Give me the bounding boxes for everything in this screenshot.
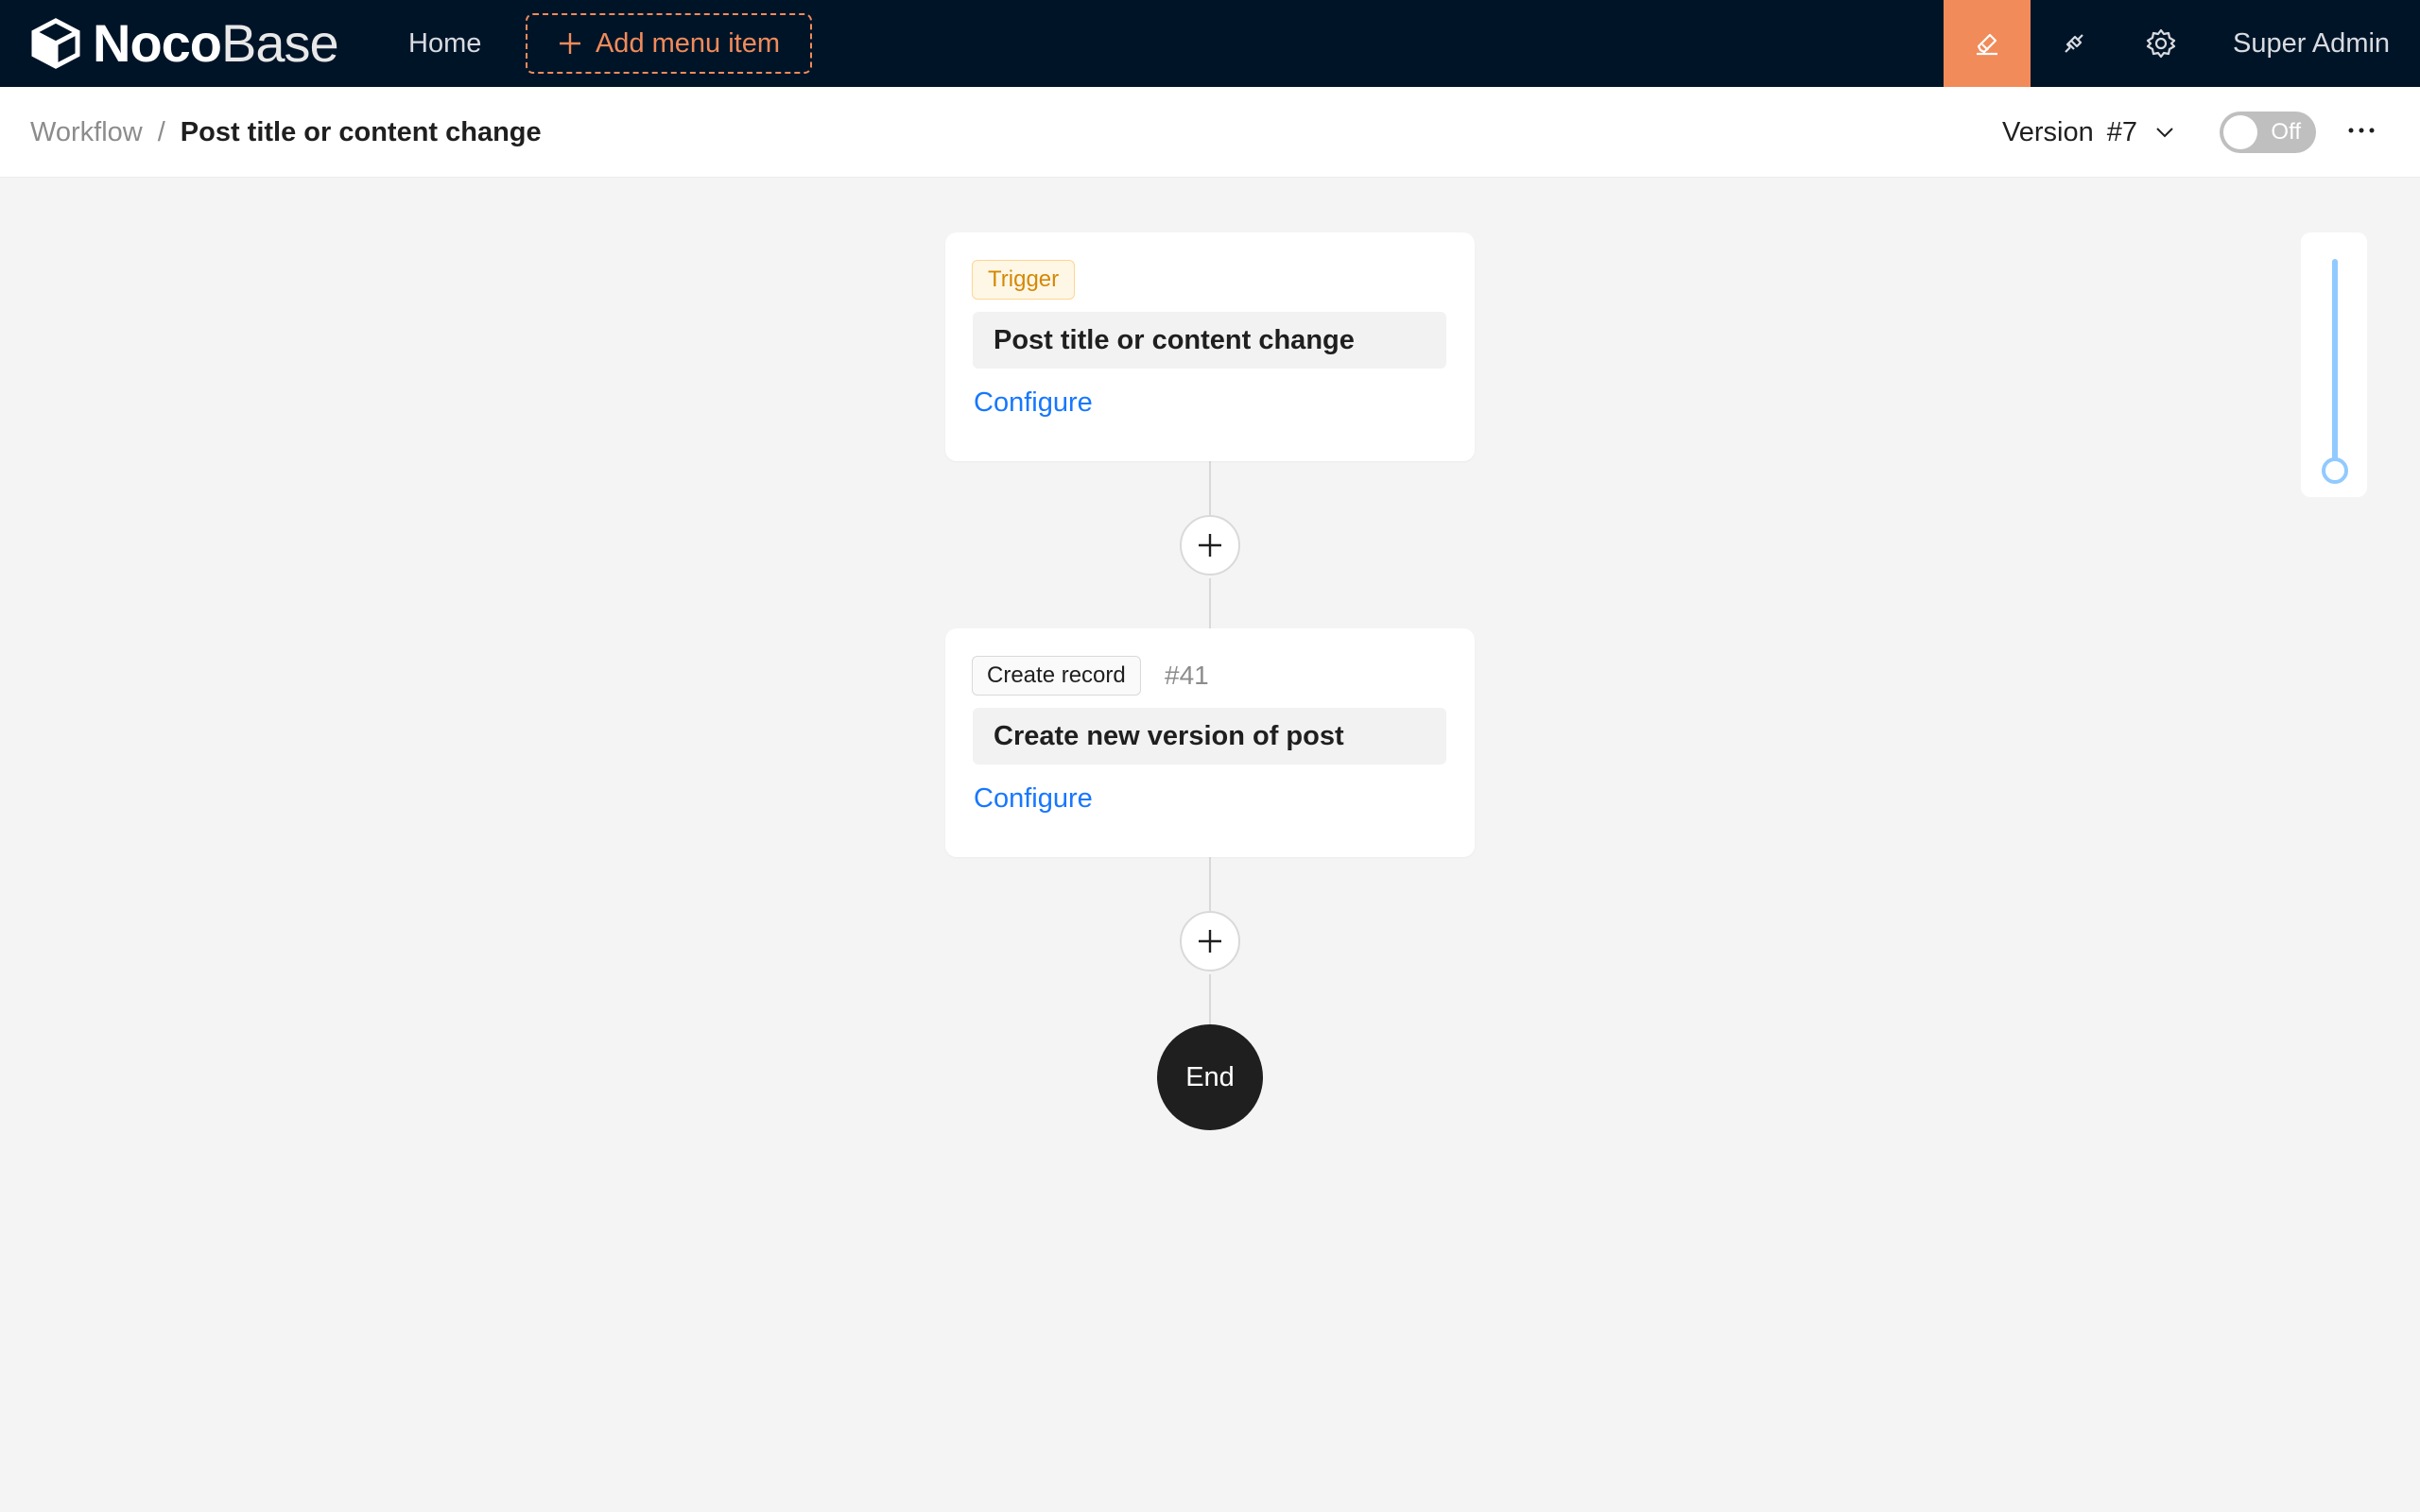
- connector-line: [1209, 974, 1211, 1025]
- user-menu[interactable]: Super Admin: [2233, 26, 2390, 61]
- chevron-down-icon: [2156, 128, 2173, 138]
- gear-icon: [2146, 28, 2176, 59]
- zoom-slider-handle[interactable]: [2322, 457, 2348, 484]
- settings-button[interactable]: [2118, 0, 2204, 87]
- breadcrumb-workflow-link[interactable]: Workflow: [30, 113, 143, 151]
- trigger-node-card[interactable]: Trigger Post title or content change Con…: [945, 232, 1475, 461]
- ellipsis-icon: [2348, 128, 2375, 133]
- api-icon: [2065, 34, 2083, 53]
- trigger-title[interactable]: Post title or content change: [973, 312, 1446, 369]
- end-node: End: [1157, 1024, 1263, 1130]
- breadcrumb: Workflow / Post title or content change: [30, 113, 542, 151]
- toggle-label: Off: [2271, 119, 2301, 145]
- workflow-enabled-toggle[interactable]: Off: [2220, 112, 2316, 153]
- ui-editor-button[interactable]: [1944, 0, 2031, 87]
- nav-home-link[interactable]: Home: [408, 26, 481, 61]
- logo-text: NocoBase: [93, 17, 339, 70]
- add-menu-item-label: Add menu item: [595, 27, 781, 59]
- version-number: #7: [2106, 117, 2137, 147]
- create-record-node-card[interactable]: Create record #41 Create new version of …: [945, 628, 1475, 857]
- breadcrumb-separator: /: [157, 117, 165, 147]
- plugin-manager-button[interactable]: [2031, 0, 2118, 87]
- workflow-header: Workflow / Post title or content change …: [0, 87, 2420, 178]
- version-label: Version: [2002, 117, 2094, 147]
- highlight-icon: [1977, 33, 1997, 56]
- more-actions-button[interactable]: [2342, 112, 2380, 149]
- node-type-tag: Create record: [972, 656, 1141, 696]
- connector-line: [1209, 857, 1211, 916]
- trigger-tag: Trigger: [972, 260, 1076, 300]
- node-id: #41: [1165, 661, 1209, 690]
- trigger-configure-link[interactable]: Configure: [974, 384, 1093, 421]
- connector-line: [1209, 578, 1211, 629]
- plus-icon: [1199, 930, 1221, 953]
- breadcrumb-current: Post title or content change: [180, 117, 542, 147]
- logo-text-bold: Noco: [93, 13, 222, 73]
- add-node-button[interactable]: [1180, 515, 1240, 576]
- version-dropdown[interactable]: Version #7: [2002, 113, 2175, 151]
- node-configure-link[interactable]: Configure: [974, 780, 1093, 817]
- node-title[interactable]: Create new version of post: [973, 708, 1446, 765]
- plus-icon: [559, 33, 580, 54]
- logo-text-light: Base: [221, 13, 339, 73]
- toggle-knob: [2223, 115, 2257, 149]
- zoom-slider-track[interactable]: [2332, 259, 2338, 467]
- add-node-button[interactable]: [1180, 911, 1240, 971]
- nocobase-logo[interactable]: NocoBase: [28, 17, 339, 70]
- add-menu-item-button[interactable]: Add menu item: [526, 13, 812, 74]
- top-navbar: NocoBase Home Add menu item Super Admin: [0, 0, 2420, 87]
- logo-icon: [31, 18, 80, 69]
- zoom-slider-panel: [2301, 232, 2367, 497]
- connector-line: [1209, 461, 1211, 518]
- plus-icon: [1199, 534, 1221, 557]
